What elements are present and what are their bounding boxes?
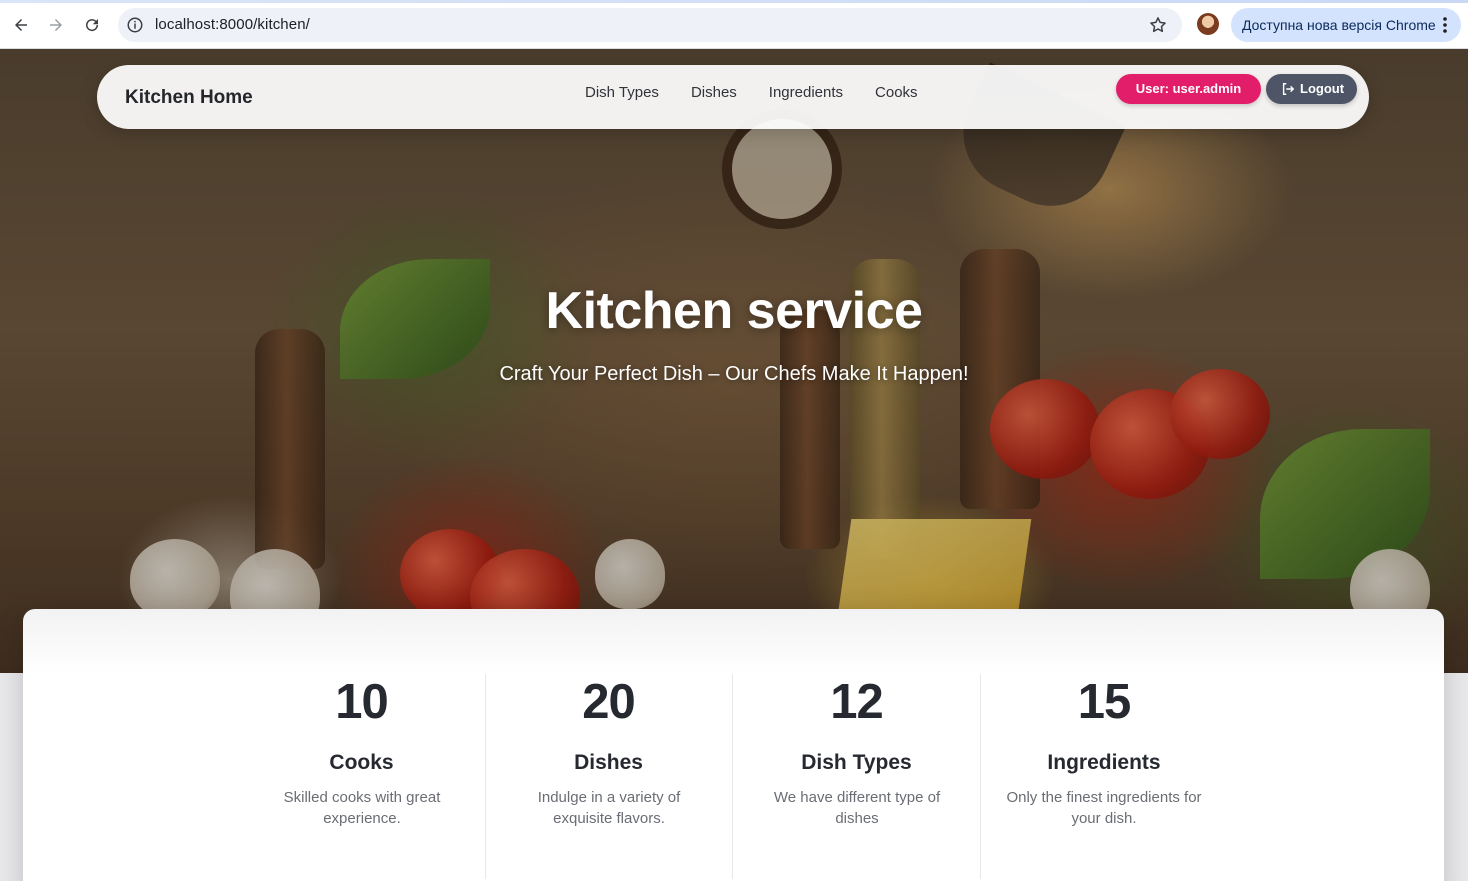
- stat-description: We have different type of dishes: [773, 789, 941, 827]
- bookmark-star-icon[interactable]: [1148, 15, 1168, 35]
- site-info-icon[interactable]: [126, 16, 144, 34]
- stat-cooks: 10 Cooks Skilled cooks with great experi…: [238, 674, 486, 879]
- forward-button[interactable]: [43, 12, 69, 38]
- logout-label: Logout: [1300, 81, 1345, 96]
- stat-number: 12: [830, 675, 884, 729]
- nav-link-cooks[interactable]: Cooks: [875, 84, 918, 101]
- logout-button[interactable]: Logout: [1266, 74, 1357, 104]
- site-navbar: Kitchen Home Dish Types Dishes Ingredien…: [97, 65, 1369, 129]
- address-bar[interactable]: localhost:8000/kitchen/: [118, 8, 1182, 42]
- chrome-update-label: Доступна нова версія Chrome: [1242, 17, 1436, 33]
- profile-avatar[interactable]: [1197, 13, 1219, 35]
- user-button[interactable]: User: user.admin: [1116, 74, 1261, 104]
- stat-ingredients: 15 Ingredients Only the finest ingredien…: [980, 674, 1228, 879]
- stat-number: 20: [582, 675, 636, 729]
- hero-section: Kitchen service Craft Your Perfect Dish …: [0, 49, 1468, 673]
- arrow-left-icon: [15, 19, 27, 31]
- stat-description: Skilled cooks with great experience.: [283, 789, 441, 827]
- stat-title: Cooks: [329, 751, 394, 774]
- url-text[interactable]: localhost:8000/kitchen/: [155, 16, 310, 33]
- nav-link-dishes[interactable]: Dishes: [691, 84, 737, 101]
- reload-icon: [86, 19, 99, 32]
- brand-link[interactable]: Kitchen Home: [125, 87, 253, 109]
- stat-description: Only the finest ingredients for your dis…: [1006, 789, 1202, 827]
- stat-number: 10: [335, 675, 389, 729]
- more-vertical-icon[interactable]: [1438, 16, 1452, 34]
- stat-dish-types: 12 Dish Types We have different type of …: [733, 674, 981, 879]
- stat-title: Ingredients: [1047, 751, 1161, 774]
- nav-link-ingredients[interactable]: Ingredients: [769, 84, 843, 101]
- nav-links: Dish Types Dishes Ingredients Cooks: [585, 84, 918, 101]
- hero-title: Kitchen service: [545, 282, 923, 340]
- stat-number: 15: [1077, 675, 1132, 729]
- logout-icon: [1282, 83, 1295, 95]
- stat-dishes: 20 Dishes Indulge in a variety of exquis…: [485, 674, 733, 879]
- stat-description: Indulge in a variety of exquisite flavor…: [537, 789, 681, 827]
- stat-title: Dish Types: [801, 751, 912, 774]
- hero-subtitle: Craft Your Perfect Dish – Our Chefs Make…: [499, 363, 969, 385]
- nav-link-dish-types[interactable]: Dish Types: [585, 84, 659, 101]
- stat-title: Dishes: [574, 751, 643, 774]
- stats-card: 10 Cooks Skilled cooks with great experi…: [23, 609, 1444, 881]
- chrome-update-button[interactable]: Доступна нова версія Chrome: [1231, 8, 1461, 42]
- reload-button[interactable]: [79, 12, 105, 38]
- back-button[interactable]: [8, 12, 34, 38]
- tab-strip-edge: [0, 0, 1468, 3]
- hero-overlay: [0, 49, 1468, 673]
- browser-toolbar: localhost:8000/kitchen/ Доступна нова ве…: [0, 0, 1468, 49]
- arrow-right-icon: [50, 19, 62, 31]
